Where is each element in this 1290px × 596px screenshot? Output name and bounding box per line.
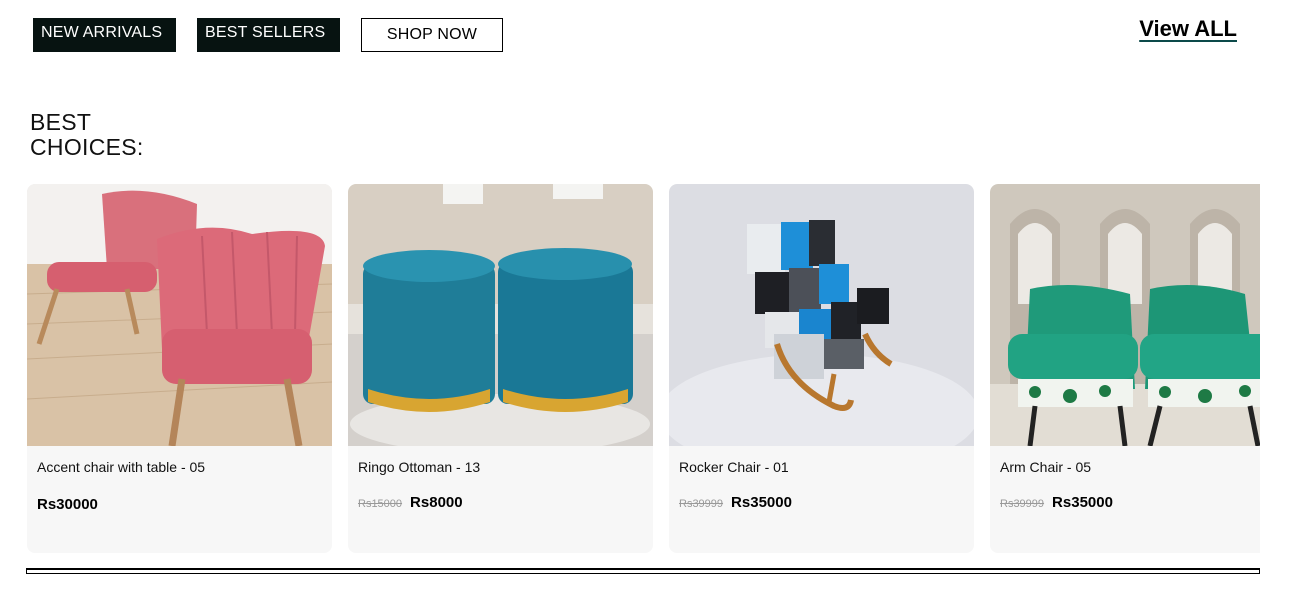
shop-now-button[interactable]: SHOP NOW (361, 18, 503, 52)
product-card[interactable]: Accent chair with table - 05 Rs30000 (27, 184, 332, 553)
product-price: Rs35000 (731, 494, 792, 511)
product-price: Rs8000 (410, 494, 463, 511)
product-image[interactable] (27, 184, 332, 446)
price-row: Rs39999 Rs35000 (1000, 494, 1113, 511)
page: NEW ARRIVALS BEST SELLERS SHOP NOW View … (0, 0, 1290, 596)
carousel-scrollbar[interactable] (26, 568, 1260, 574)
product-card[interactable]: Arm Chair - 05 Rs39999 Rs35000 (990, 184, 1260, 553)
product-card[interactable]: Ringo Ottoman - 13 Rs15000 Rs8000 (348, 184, 653, 553)
pink-accent-chair-icon (27, 184, 332, 446)
price-row: Rs15000 Rs8000 (358, 494, 463, 511)
product-name[interactable]: Rocker Chair - 01 (679, 459, 789, 475)
product-name[interactable]: Accent chair with table - 05 (37, 459, 205, 475)
section-title-line2: CHOICES: (30, 134, 144, 160)
product-image[interactable] (669, 184, 974, 446)
teal-ottoman-icon (348, 184, 653, 446)
section-title-line1: BEST (30, 109, 92, 135)
new-arrivals-button[interactable]: NEW ARRIVALS (33, 18, 176, 52)
product-name[interactable]: Arm Chair - 05 (1000, 459, 1091, 475)
best-sellers-button[interactable]: BEST SELLERS (197, 18, 340, 52)
product-carousel: Accent chair with table - 05 Rs30000 Rin… (27, 184, 1260, 554)
green-arm-chair-icon (990, 184, 1260, 446)
patchwork-rocker-icon (669, 184, 974, 446)
product-card[interactable]: Rocker Chair - 01 Rs39999 Rs35000 (669, 184, 974, 553)
price-row: Rs39999 Rs35000 (679, 494, 792, 511)
product-image[interactable] (990, 184, 1260, 446)
product-image[interactable] (348, 184, 653, 446)
view-all-link[interactable]: View ALL (1139, 16, 1237, 42)
product-name[interactable]: Ringo Ottoman - 13 (358, 459, 480, 475)
product-price: Rs35000 (1052, 494, 1113, 511)
product-old-price: Rs39999 (1000, 498, 1045, 510)
product-old-price: Rs39999 (679, 498, 724, 510)
price-row: Rs30000 (37, 496, 98, 513)
section-title: BEST CHOICES: (30, 110, 150, 160)
product-old-price: Rs15000 (358, 498, 403, 510)
product-price: Rs30000 (37, 496, 98, 513)
